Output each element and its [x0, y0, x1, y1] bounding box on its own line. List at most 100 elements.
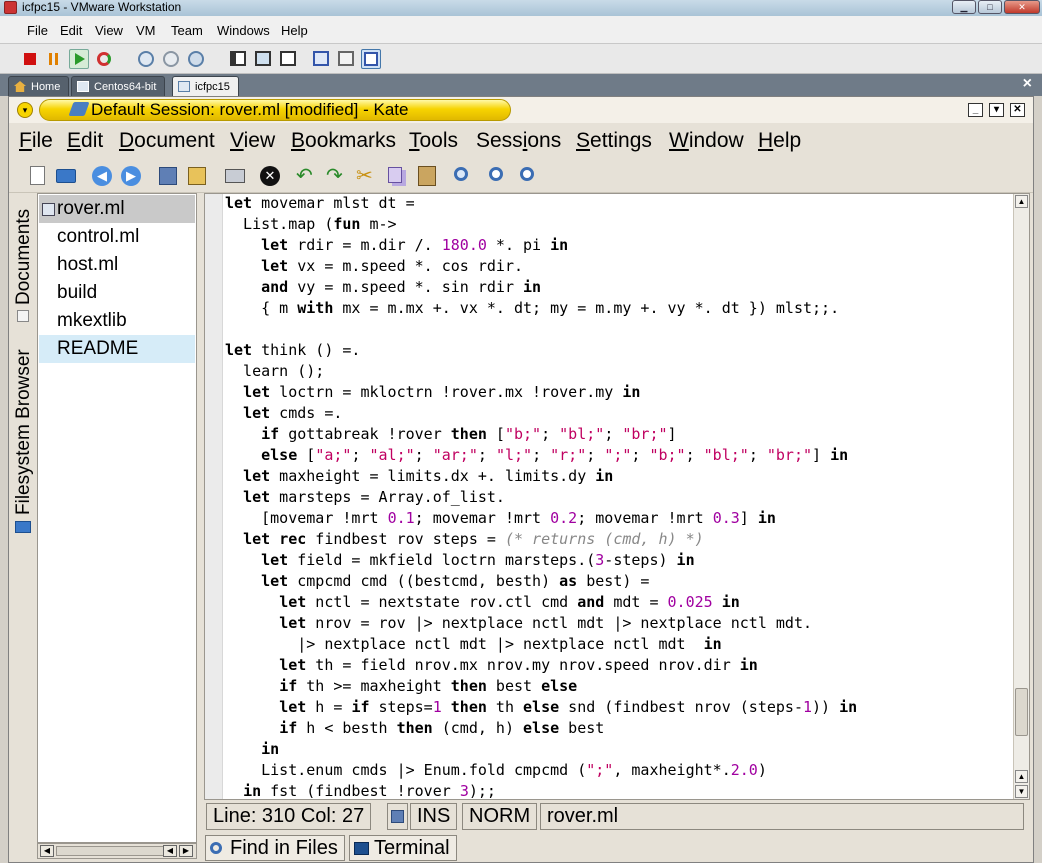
list-item[interactable]: host.ml	[39, 251, 195, 279]
revert-snapshot-icon[interactable]	[161, 49, 181, 69]
tab-home[interactable]: Home	[8, 76, 70, 96]
menu-sessions[interactable]: Sessions	[476, 129, 561, 153]
code-line: let nctl = nextstate rov.ctl cmd and mdt…	[279, 593, 740, 611]
save-icon[interactable]	[157, 165, 179, 187]
menu-document[interactable]: Document	[119, 129, 215, 153]
list-item[interactable]: mkextlib	[39, 307, 195, 335]
zoom-in-icon[interactable]	[487, 165, 509, 187]
menu-file[interactable]: File	[19, 129, 53, 153]
tab-filesystem-browser[interactable]: Filesystem Browser	[13, 329, 35, 515]
open-folder-icon[interactable]	[55, 165, 77, 187]
paste-icon[interactable]	[416, 165, 438, 187]
status-bar: Line: 310 Col: 27 INS NORM rover.ml	[204, 801, 1030, 831]
menu-tools[interactable]: Tools	[409, 129, 458, 153]
full-screen-icon[interactable]	[278, 49, 298, 69]
suspend-icon[interactable]	[44, 49, 64, 69]
reset-icon[interactable]	[94, 49, 114, 69]
code-view[interactable]: let movemar mlst dt = List.map (fun m-> …	[225, 194, 1010, 799]
code-line: { m with mx = m.mx +. vx *. dt; my = m.m…	[225, 299, 840, 317]
close-tab-icon[interactable]: ×	[1023, 75, 1032, 93]
vmware-menu-view[interactable]: View	[95, 23, 123, 38]
tab-find-in-files[interactable]: Find in Files	[205, 835, 345, 861]
window-menu-icon[interactable]: ▾	[17, 102, 33, 118]
menu-view[interactable]: View	[230, 129, 275, 153]
tab-centos64[interactable]: Centos64-bit	[71, 76, 166, 96]
vmware-menu-team[interactable]: Team	[171, 23, 203, 38]
document-list-scrollbar[interactable]: ◀ ◀ ▶	[37, 843, 197, 859]
menu-settings[interactable]: Settings	[576, 129, 652, 153]
editor-vertical-scrollbar[interactable]: ▲ ▲ ▼	[1013, 194, 1029, 799]
vmware-menu-vm[interactable]: VM	[136, 23, 156, 38]
code-line: in	[261, 740, 280, 758]
scroll-left-button[interactable]: ◀	[40, 845, 54, 857]
kate-close-button[interactable]: ✕	[1010, 103, 1025, 117]
code-editor[interactable]: let movemar mlst dt = List.map (fun m-> …	[204, 193, 1030, 800]
code-line: let th = field nrov.mx nrov.my nrov.spee…	[279, 656, 758, 674]
terminal-icon	[354, 842, 369, 855]
menu-bookmarks[interactable]: Bookmarks	[291, 129, 396, 153]
status-filename: rover.ml	[540, 803, 1024, 830]
undo-icon[interactable]: ↶	[296, 165, 318, 187]
find-replace-icon[interactable]	[452, 165, 474, 187]
code-line: let maxheight = limits.dx +. limits.dy i…	[243, 467, 614, 485]
vmware-menu-help[interactable]: Help	[281, 23, 308, 38]
vmware-menu-windows[interactable]: Windows	[217, 23, 270, 38]
scroll-up-button[interactable]: ▲	[1015, 195, 1028, 208]
code-line: let rec findbest rov steps = (* returns …	[243, 530, 704, 548]
kate-maximize-button[interactable]: ▾	[989, 103, 1004, 117]
thumbnail-view-icon[interactable]	[361, 49, 381, 69]
print-icon[interactable]	[224, 165, 246, 187]
scroll-thumb[interactable]	[56, 846, 174, 856]
tab-centos64-label: Centos64-bit	[94, 81, 157, 93]
quick-switch-icon[interactable]	[253, 49, 273, 69]
minimize-button[interactable]: ▁	[952, 0, 976, 14]
code-line: |> nextplace nctl mdt |> nextplace nctl …	[225, 635, 722, 653]
scroll-up-button-2[interactable]: ▲	[1015, 770, 1028, 783]
unity-icon[interactable]	[336, 49, 356, 69]
maximize-button[interactable]: □	[978, 0, 1002, 14]
menu-edit[interactable]: Edit	[67, 129, 103, 153]
input-mode[interactable]: NORM	[462, 803, 538, 830]
cut-icon[interactable]: ✂	[356, 165, 378, 187]
cursor-position: Line: 310 Col: 27	[206, 803, 372, 830]
vmware-menubar: File Edit View VM Team Windows Help	[0, 16, 1042, 44]
list-item[interactable]: README	[39, 335, 195, 363]
redo-icon[interactable]: ↷	[326, 165, 348, 187]
kate-minimize-button[interactable]: _	[968, 103, 983, 117]
power-off-icon[interactable]	[20, 49, 40, 69]
sidebar-view-icon[interactable]	[228, 49, 248, 69]
code-line: let h = if steps=1 then th else snd (fin…	[279, 698, 858, 716]
forward-icon[interactable]: ▶	[120, 165, 142, 187]
save-as-icon[interactable]	[186, 165, 208, 187]
insert-mode[interactable]: INS	[410, 803, 458, 830]
vmware-window-title: icfpc15 - VMware Workstation	[22, 0, 182, 14]
vmware-menu-edit[interactable]: Edit	[60, 23, 82, 38]
list-item[interactable]: control.ml	[39, 223, 195, 251]
tab-terminal[interactable]: Terminal	[349, 835, 457, 861]
snapshot-icon[interactable]	[136, 49, 156, 69]
power-on-icon[interactable]	[69, 49, 89, 69]
scroll-down-button[interactable]: ▼	[1015, 785, 1028, 798]
close-document-icon[interactable]: ✕	[259, 165, 281, 187]
tab-documents[interactable]: Documents	[13, 199, 35, 305]
file-name: build	[57, 282, 98, 303]
console-view-icon[interactable]	[311, 49, 331, 69]
vmware-menu-file[interactable]: File	[27, 23, 48, 38]
scroll-left-button-2[interactable]: ◀	[163, 845, 177, 857]
vmware-window-controls: ▁ □ ✕	[952, 0, 1040, 15]
snapshot-manager-icon[interactable]	[186, 49, 206, 69]
zoom-out-icon[interactable]	[518, 165, 540, 187]
scroll-right-button[interactable]: ▶	[179, 845, 193, 857]
kate-menubar: File Edit Document View Bookmarks Tools …	[9, 123, 1033, 159]
back-icon[interactable]: ◀	[91, 165, 113, 187]
code-line: if th >= maxheight then best else	[279, 677, 578, 695]
list-item[interactable]: rover.ml	[39, 195, 195, 223]
menu-help[interactable]: Help	[758, 129, 801, 153]
copy-icon[interactable]	[386, 165, 408, 187]
close-button[interactable]: ✕	[1004, 0, 1040, 14]
list-item[interactable]: build	[39, 279, 195, 307]
tab-icfpc15[interactable]: icfpc15	[172, 76, 239, 96]
scroll-thumb[interactable]	[1015, 688, 1028, 736]
menu-window[interactable]: Window	[669, 129, 744, 153]
new-document-icon[interactable]	[27, 165, 49, 187]
